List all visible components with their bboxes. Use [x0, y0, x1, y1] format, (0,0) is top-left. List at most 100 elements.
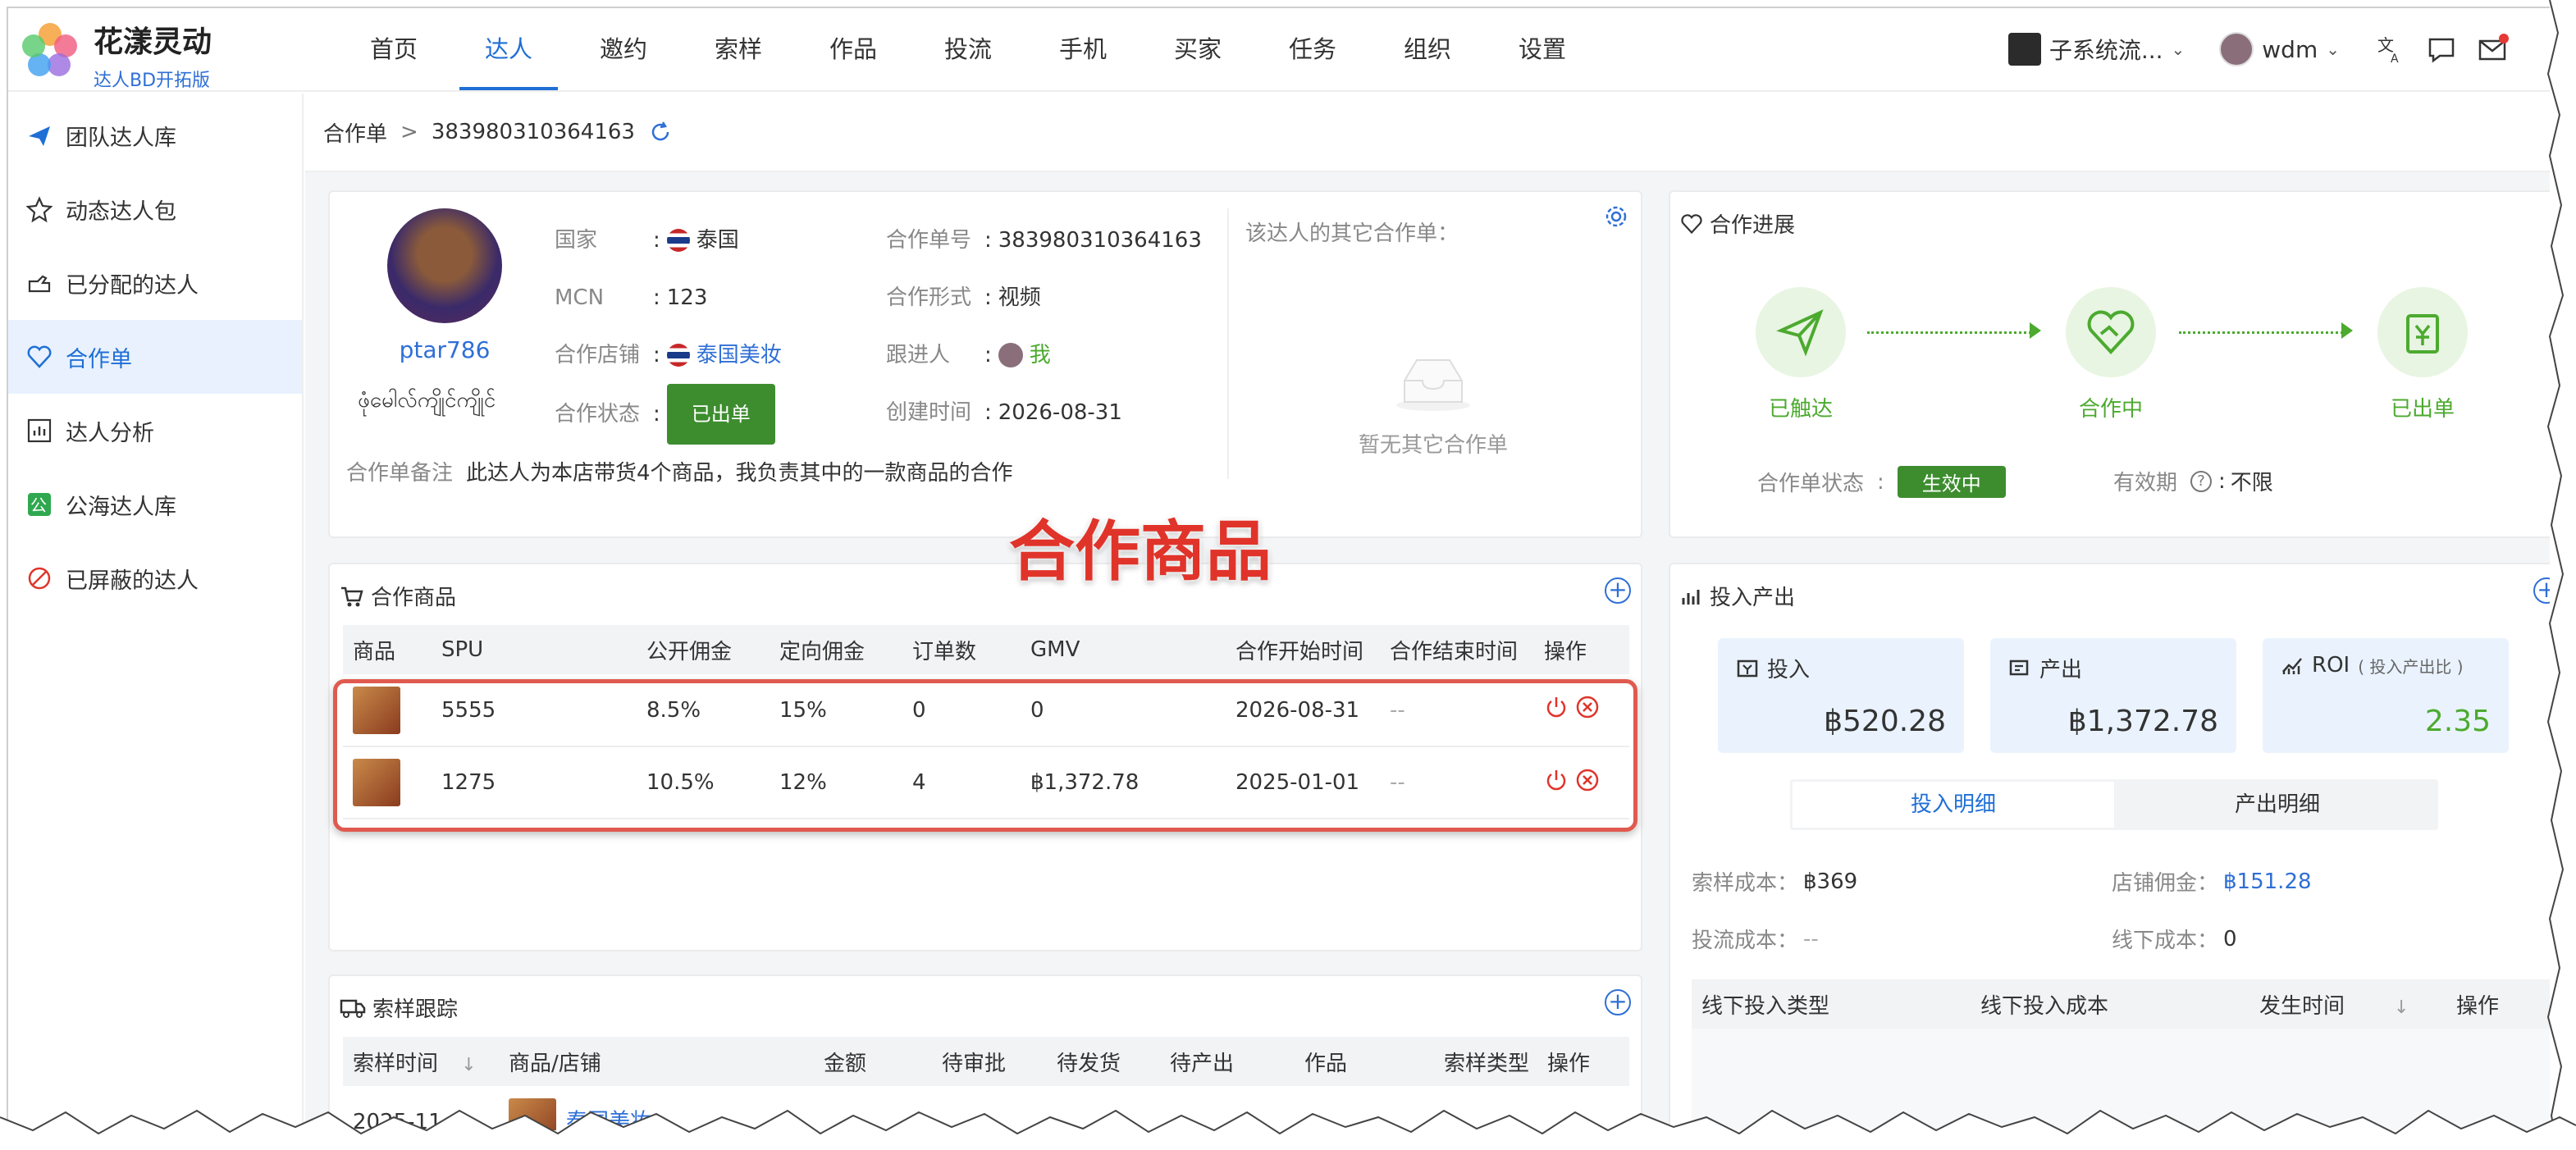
- shop-value[interactable]: 泰国美妆: [697, 326, 782, 384]
- sidebar-item-cooperation[interactable]: 合作单: [8, 320, 302, 394]
- truck-icon: [340, 999, 366, 1018]
- nav-item-influencer[interactable]: 达人: [451, 8, 566, 90]
- brand-title: 花漾灵动: [94, 25, 212, 59]
- main-nav: 首页 达人 邀约 索样 作品 投流 手机 买家 任务 组织 设置: [336, 8, 1600, 90]
- influencer-name[interactable]: ptar786: [395, 336, 494, 363]
- validity-value: 不限: [2230, 471, 2273, 495]
- nav-item-task[interactable]: 任务: [1255, 8, 1370, 90]
- svg-text:公: 公: [30, 495, 47, 515]
- chevron-down-icon: ⌄: [2171, 39, 2185, 59]
- other-orders-empty: 暂无其它合作单: [1359, 433, 1509, 458]
- thai-flag-icon: [666, 344, 690, 367]
- shop-commission-value[interactable]: ฿151.28: [2223, 869, 2312, 894]
- order-no-value: 383980310364163: [998, 228, 1202, 253]
- order-no-label: 合作单号: [886, 228, 972, 253]
- stat-roi-label: ROI: [2312, 653, 2350, 678]
- col-header: 待发货: [1047, 1037, 1160, 1086]
- system-switcher[interactable]: 子系统流... ⌄: [2007, 33, 2185, 66]
- col-header: 线下投入类型: [1692, 979, 1971, 1029]
- shop-label: 合作店铺: [555, 343, 641, 367]
- stat-output-label: 产出: [2039, 658, 2083, 682]
- mcn-label: MCN: [555, 285, 605, 310]
- coop-status-badge: 生效中: [1897, 466, 2006, 498]
- nav-item-invite[interactable]: 邀约: [566, 8, 681, 90]
- add-sample-button[interactable]: +: [1605, 989, 1631, 1015]
- breadcrumb-current: 383980310364163: [431, 120, 635, 144]
- mail-icon[interactable]: [2476, 33, 2509, 66]
- stat-output: 产出 ฿1,372.78: [1990, 638, 2236, 753]
- sidebar-item-team-library[interactable]: 团队达人库: [8, 98, 302, 172]
- io-tabs: 投入明细 产出明细: [1790, 779, 2438, 830]
- nav-item-org[interactable]: 组织: [1370, 8, 1485, 90]
- settings-gear-icon[interactable]: [1603, 203, 1629, 230]
- input-icon: [1737, 659, 1758, 677]
- user-menu[interactable]: wdm ⌄: [2219, 32, 2340, 66]
- progress-connector: [2179, 331, 2343, 334]
- follower-avatar: [998, 343, 1023, 367]
- col-header: 待审批: [932, 1037, 1047, 1086]
- sidebar-item-analysis[interactable]: 达人分析: [8, 394, 302, 468]
- nav-item-home[interactable]: 首页: [336, 8, 451, 90]
- torn-edge-right: [2546, 0, 2576, 1150]
- nav-item-phone[interactable]: 手机: [1025, 8, 1140, 90]
- sidebar: 团队达人库 动态达人包 已分配的达人 合作单 达人分析 公 公海达人库 已屏蔽的…: [8, 94, 304, 1130]
- col-header[interactable]: 索样时间 ↓: [343, 1037, 499, 1086]
- app-window: 花漾灵动 达人BD开拓版 首页 达人 邀约 索样 作品 投流 手机 买家 任务 …: [7, 7, 2550, 1130]
- highlight-box: [333, 679, 1637, 832]
- col-header: 待产出: [1160, 1037, 1295, 1086]
- sidebar-item-blocked[interactable]: 已屏蔽的达人: [8, 541, 302, 615]
- breadcrumb-root[interactable]: 合作单: [323, 117, 387, 148]
- system-avatar: [2007, 33, 2041, 66]
- sort-down-icon: ↓: [461, 1054, 477, 1075]
- sidebar-item-assigned[interactable]: 已分配的达人: [8, 246, 302, 320]
- hand-icon: [28, 275, 51, 293]
- chevron-down-icon: ⌄: [2326, 39, 2340, 59]
- status-badge: 已出单: [666, 384, 775, 445]
- stat-output-value: ฿1,372.78: [2067, 705, 2218, 738]
- io-card: 投入产出 + 投入 ฿520.28 产出 ฿1,372.78 ROI( 投入产出…: [1669, 563, 2550, 1130]
- ban-icon: [28, 567, 51, 590]
- add-product-button[interactable]: +: [1605, 577, 1631, 604]
- offline-table: 线下投入类型 线下投入成本 发生时间 ↓ 操作: [1692, 979, 2550, 1029]
- sidebar-item-label: 达人分析: [66, 420, 154, 446]
- progress-title: 合作进展: [1680, 208, 1795, 239]
- influencer-avatar[interactable]: [387, 208, 502, 323]
- annotation-label: 合作商品: [1009, 513, 1272, 590]
- nav-item-ads[interactable]: 投流: [911, 8, 1025, 90]
- created-value: 2026-08-31: [998, 400, 1122, 425]
- sidebar-item-public-library[interactable]: 公 公海达人库: [8, 468, 302, 541]
- created-label: 创建时间: [886, 400, 972, 425]
- translate-icon[interactable]: 文 A: [2374, 33, 2407, 66]
- progress-connector: [1867, 331, 2031, 334]
- sample-cost-value: ฿369: [1803, 869, 1858, 894]
- nav-item-works[interactable]: 作品: [796, 8, 911, 90]
- sidebar-item-dynamic-pack[interactable]: 动态达人包: [8, 172, 302, 246]
- progress-step-reached: [1756, 287, 1846, 377]
- nav-item-sample[interactable]: 索样: [681, 8, 796, 90]
- refresh-icon[interactable]: [648, 120, 673, 144]
- follower-label: 跟进人: [886, 343, 951, 367]
- col-header[interactable]: 发生时间 ↓: [2249, 979, 2446, 1029]
- breadcrumb: 合作单 > 383980310364163: [305, 94, 2550, 172]
- col-header: 合作结束时间: [1380, 625, 1534, 674]
- trend-icon: [2282, 658, 2302, 674]
- user-avatar: [2219, 32, 2254, 66]
- stat-input-value: ฿520.28: [1824, 705, 1946, 738]
- io-title: 投入产出: [1680, 581, 1795, 611]
- col-header: 商品/店铺: [499, 1037, 814, 1086]
- help-circle-icon[interactable]: ?: [2190, 470, 2213, 492]
- tab-output-detail[interactable]: 产出明细: [2117, 779, 2438, 830]
- sidebar-item-label: 动态达人包: [66, 199, 176, 225]
- nav-item-settings[interactable]: 设置: [1485, 8, 1600, 90]
- col-header: 订单数: [902, 625, 1021, 674]
- col-header: 操作: [2446, 979, 2550, 1029]
- stat-input-label: 投入: [1767, 658, 1811, 682]
- user-name: wdm: [2262, 35, 2318, 63]
- col-header: 公开佣金: [637, 625, 770, 674]
- handshake-icon: [27, 345, 52, 368]
- nav-item-buyer[interactable]: 买家: [1140, 8, 1255, 90]
- col-header: 索样类型: [1434, 1037, 1537, 1086]
- top-bar: 花漾灵动 达人BD开拓版 首页 达人 邀约 索样 作品 投流 手机 买家 任务 …: [8, 8, 2550, 92]
- tab-input-detail[interactable]: 投入明细: [1793, 782, 2114, 828]
- message-icon[interactable]: [2425, 33, 2458, 66]
